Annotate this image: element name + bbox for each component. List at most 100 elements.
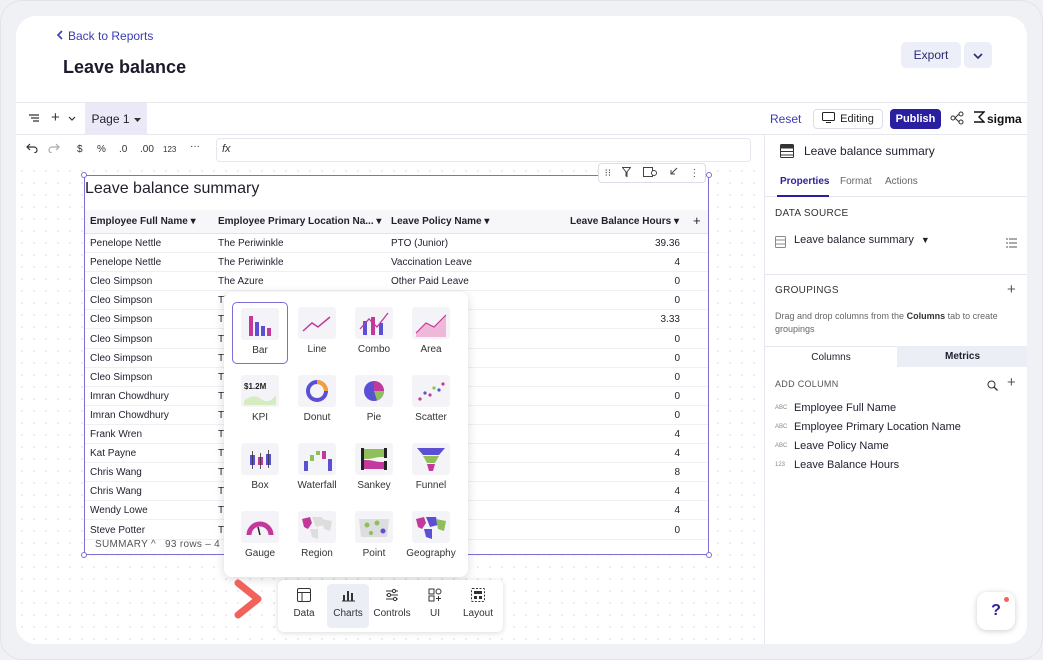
add-column-icon[interactable]: +: [1007, 374, 1016, 391]
chart-type-scatter[interactable]: Scatter: [403, 370, 459, 432]
chart-type-combo[interactable]: Combo: [346, 302, 402, 364]
table-cell: 8: [674, 467, 680, 479]
table-cell: Chris Wang: [90, 467, 142, 479]
increase-decimal-button[interactable]: .00: [140, 144, 154, 155]
page-list-icon[interactable]: [28, 112, 40, 127]
chart-type-region[interactable]: Region: [289, 506, 345, 568]
table-row[interactable]: Cleo Simpson The Azure Other Paid Leave 0: [85, 272, 708, 292]
table-cell: PTO (Junior): [391, 238, 449, 249]
number-format-button[interactable]: 123: [163, 145, 176, 154]
column-list-item[interactable]: ABC Employee Full Name: [775, 402, 896, 414]
redo-icon[interactable]: [48, 143, 60, 156]
add-page-icon[interactable]: +: [51, 109, 60, 126]
export-button[interactable]: Export: [901, 42, 961, 68]
tab-page-1[interactable]: Page 1: [85, 103, 147, 135]
column-header-label: Leave Balance Hours: [570, 216, 672, 227]
collapse-icon[interactable]: [668, 167, 678, 180]
dock-layout-button[interactable]: Layout: [458, 584, 498, 628]
table-cell: Imran Chowdhury: [90, 409, 169, 421]
chart-type-area[interactable]: Area: [403, 302, 459, 364]
chart-type-point[interactable]: Point: [346, 506, 402, 568]
tab-properties[interactable]: Properties: [780, 176, 829, 187]
table-cell: 4: [674, 486, 680, 498]
reset-button[interactable]: Reset: [770, 112, 801, 126]
column-header-location[interactable]: Employee Primary Location Na... ▾: [218, 216, 381, 227]
chart-type-label: Line: [307, 344, 327, 355]
column-header-leave-policy[interactable]: Leave Policy Name ▾: [391, 216, 489, 227]
back-to-reports-link[interactable]: Back to Reports: [56, 29, 153, 43]
caret-down-icon[interactable]: ▾: [191, 216, 196, 227]
funnel-chart-icon: [412, 443, 450, 475]
column-header-employee-full-name[interactable]: Employee Full Name ▾: [90, 216, 196, 227]
column-list-item[interactable]: 123 Leave Balance Hours: [775, 459, 899, 471]
column-header-leave-balance[interactable]: Leave Balance Hours ▾: [570, 216, 679, 227]
help-button[interactable]: ?: [977, 592, 1015, 630]
resize-handle[interactable]: [706, 172, 712, 178]
undo-icon[interactable]: [26, 143, 38, 156]
chevron-up-icon[interactable]: ^: [151, 539, 159, 550]
summary-label[interactable]: SUMMARY: [95, 539, 148, 550]
chart-type-label: Waterfall: [297, 480, 337, 491]
formula-bar[interactable]: fx: [216, 138, 751, 162]
chart-type-line[interactable]: Line: [289, 302, 345, 364]
chart-type-geography[interactable]: Geography: [403, 506, 459, 568]
more-options-icon[interactable]: ⋮: [689, 168, 699, 179]
publish-button[interactable]: Publish: [890, 109, 941, 129]
chart-type-label: Region: [301, 548, 333, 559]
currency-format-button[interactable]: $: [77, 144, 83, 155]
filter-icon[interactable]: [621, 166, 632, 180]
editing-mode-toggle[interactable]: Editing: [813, 109, 883, 129]
dock-item-label: UI: [430, 608, 440, 619]
resize-handle[interactable]: [706, 552, 712, 558]
column-list-item[interactable]: ABC Employee Primary Location Name: [775, 421, 961, 433]
search-icon[interactable]: [987, 378, 998, 396]
table-settings-icon[interactable]: [642, 166, 657, 180]
caret-down-icon[interactable]: ▾: [376, 216, 381, 227]
chart-type-bar[interactable]: Bar: [232, 302, 288, 364]
chart-type-kpi[interactable]: $1.2M KPI: [232, 370, 288, 432]
lineage-icon[interactable]: [950, 111, 964, 128]
drag-handle-icon[interactable]: ⁝⁝: [605, 168, 611, 179]
chart-type-box[interactable]: Box: [232, 438, 288, 500]
pointer-arrow-icon: [234, 579, 262, 619]
table-cell: Cleo Simpson: [90, 371, 153, 383]
dock-ui-button[interactable]: UI: [415, 584, 455, 628]
chart-type-gauge[interactable]: Gauge: [232, 506, 288, 568]
chart-type-pie[interactable]: Pie: [346, 370, 402, 432]
table-row[interactable]: Penelope Nettle The Periwinkle PTO (Junior…: [85, 234, 708, 253]
tab-columns[interactable]: Columns: [765, 346, 897, 367]
caret-down-icon[interactable]: ▾: [484, 216, 489, 227]
more-icon[interactable]: ···: [190, 141, 200, 152]
dock-charts-button[interactable]: Charts: [327, 584, 369, 628]
column-name: Employee Primary Location Name: [794, 421, 961, 433]
add-grouping-icon[interactable]: +: [1007, 281, 1016, 298]
app-window: Back to Reports Leave balance Export + P…: [16, 16, 1027, 644]
dock-data-button[interactable]: Data: [284, 584, 324, 628]
table-cell: 0: [674, 352, 680, 364]
tab-metrics[interactable]: Metrics: [897, 346, 1027, 367]
dock-controls-button[interactable]: Controls: [370, 584, 414, 628]
chevron-down-icon[interactable]: [68, 112, 76, 126]
table-header: Employee Full Name ▾ Employee Primary Lo…: [85, 210, 708, 234]
chart-type-sankey[interactable]: Sankey: [346, 438, 402, 500]
export-menu-button[interactable]: [964, 42, 992, 68]
chart-type-donut[interactable]: Donut: [289, 370, 345, 432]
percent-format-button[interactable]: %: [97, 144, 106, 155]
chart-type-waterfall[interactable]: Waterfall: [289, 438, 345, 500]
table-row[interactable]: Penelope Nettle The Periwinkle Vaccination…: [85, 253, 708, 273]
resize-handle[interactable]: [81, 172, 87, 178]
table-cell: 0: [674, 524, 680, 536]
tab-actions[interactable]: Actions: [885, 176, 918, 187]
add-column-icon[interactable]: +: [693, 213, 701, 228]
resize-handle[interactable]: [81, 552, 87, 558]
chart-icon: [327, 588, 369, 608]
notification-dot: [1004, 597, 1009, 602]
decrease-decimal-button[interactable]: .0: [119, 144, 127, 155]
caret-down-icon[interactable]: ▾: [674, 216, 679, 227]
sliders-icon: [370, 588, 414, 608]
column-list-item[interactable]: ABC Leave Policy Name: [775, 440, 889, 452]
chart-type-funnel[interactable]: Funnel: [403, 438, 459, 500]
list-icon[interactable]: [1006, 235, 1017, 253]
data-source-selector[interactable]: Leave balance summary ▼: [794, 234, 930, 246]
tab-format[interactable]: Format: [840, 176, 872, 187]
